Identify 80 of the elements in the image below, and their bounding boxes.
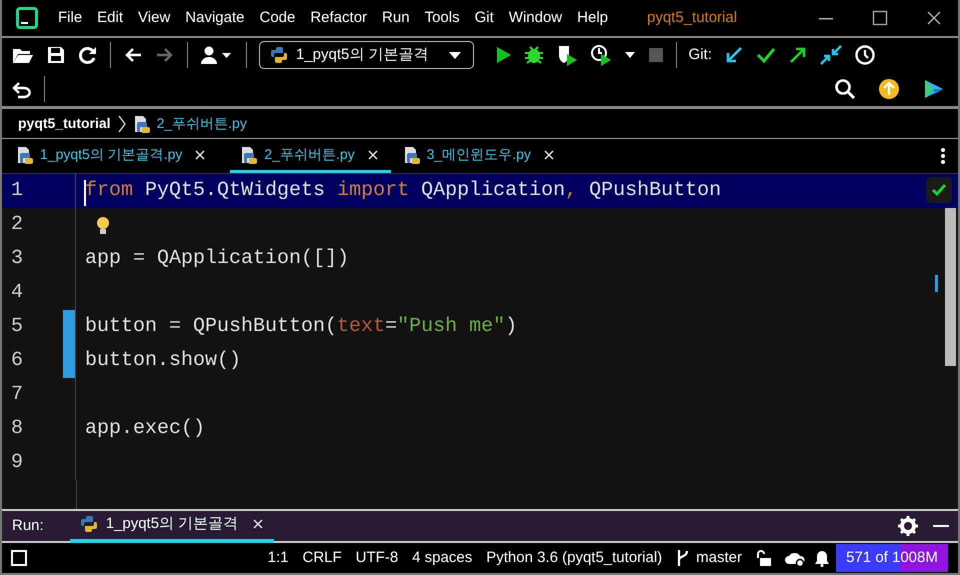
line-number: 8 (11, 416, 24, 442)
maximize-button[interactable] (870, 8, 890, 28)
python-file-icon (240, 146, 258, 164)
memory-indicator[interactable]: 571 of 1008M (836, 544, 948, 572)
update-icon[interactable] (878, 78, 900, 100)
python-file-icon (402, 146, 421, 164)
change-marker (935, 275, 938, 292)
stop-icon[interactable] (648, 47, 664, 63)
check-icon (931, 183, 947, 197)
line-number: 5 (11, 314, 24, 340)
breadcrumb-item[interactable]: pyqt5_tutorial (18, 113, 111, 134)
status-item[interactable]: 1:1 (268, 546, 288, 570)
line-number: 4 (11, 280, 24, 306)
menu-item[interactable]: Git (474, 6, 494, 30)
lightbulb-icon[interactable] (95, 216, 111, 236)
git-label: Git: (688, 44, 712, 65)
menu-item[interactable]: Refactor (310, 6, 368, 30)
code-line: button.show() (85, 349, 242, 372)
menu-item[interactable]: Run (382, 6, 410, 30)
bug-icon[interactable] (524, 45, 544, 65)
chevron-icon (116, 114, 127, 134)
save-icon[interactable] (46, 45, 66, 65)
menu-item[interactable]: Tools (424, 6, 460, 30)
line-number: 3 (11, 246, 24, 272)
menu-item[interactable]: File (58, 6, 82, 30)
run-label: Run: (12, 516, 44, 536)
close-icon[interactable] (542, 148, 555, 160)
merge-arrows-icon[interactable] (820, 44, 842, 66)
file-tab[interactable]: 3_메인윈도우.py (402, 139, 567, 173)
code-line: button = QPushButton(text="Push me") (85, 315, 518, 338)
scrollbar[interactable] (945, 208, 956, 366)
code-line: app = QApplication([]) (85, 247, 350, 270)
status-item[interactable]: UTF-8 (356, 546, 398, 570)
python-file-icon (16, 146, 34, 164)
panel-toggle-icon[interactable] (10, 549, 28, 567)
line-number: 7 (11, 382, 24, 408)
menu-item[interactable]: Help (577, 6, 608, 30)
menu-item[interactable]: Window (508, 6, 562, 30)
run-configuration-dropdown[interactable]: 1_pyqt5의 기본골격 (259, 41, 474, 69)
menu-item[interactable]: Code (259, 6, 296, 30)
branch-icon[interactable] (676, 548, 690, 568)
git-branch[interactable]: master (696, 546, 742, 570)
unlock-icon[interactable] (756, 549, 772, 567)
status-item[interactable]: 4 spaces (412, 546, 472, 570)
menu-item[interactable]: View (138, 6, 170, 30)
python-file-icon (132, 114, 151, 132)
history-icon[interactable] (854, 44, 876, 66)
line-number: 2 (11, 212, 24, 238)
breadcrumb-item[interactable]: 2_푸쉬버튼.py (156, 113, 247, 134)
commit-check-icon[interactable] (756, 45, 776, 65)
more-options-icon[interactable] (940, 147, 946, 165)
close-icon[interactable] (366, 148, 379, 160)
refresh-icon[interactable] (78, 45, 98, 65)
profiler-icon[interactable] (590, 44, 612, 66)
code-line: from PyQt5.QtWidgets import QApplication, QPushButton (85, 179, 722, 202)
file-tab[interactable]: 1_pyqt5의 기본골격.py (16, 139, 218, 173)
user-icon[interactable] (200, 45, 234, 65)
python-icon (80, 515, 98, 533)
plugin-logo[interactable] (922, 78, 944, 100)
undo-icon[interactable] (12, 79, 32, 99)
pycharm-logo (16, 7, 38, 29)
run-tab[interactable]: 1_pyqt5의 기본골격 (70, 509, 274, 543)
inspection-ok-icon[interactable] (926, 177, 952, 203)
settings-icon[interactable] (898, 516, 918, 536)
menu-item[interactable]: Navigate (185, 6, 244, 30)
python-icon (270, 46, 288, 64)
status-item[interactable]: Python 3.6 (pyqt5_tutorial) (486, 546, 662, 570)
notification-bell-icon[interactable] (814, 549, 830, 567)
search-icon[interactable] (834, 78, 856, 100)
window-title: pyqt5_tutorial (647, 8, 738, 28)
push-arrow-icon[interactable] (788, 45, 808, 65)
close-icon[interactable] (252, 518, 264, 530)
close-icon[interactable] (194, 148, 206, 160)
status-item[interactable]: CRLF (302, 546, 342, 570)
line-number: 1 (11, 178, 24, 204)
menu-item[interactable]: Edit (97, 6, 124, 30)
update-arrow-icon[interactable] (724, 45, 744, 65)
line-number: 9 (11, 450, 24, 476)
code-line: app.exec() (85, 417, 206, 440)
line-number: 6 (11, 348, 24, 374)
